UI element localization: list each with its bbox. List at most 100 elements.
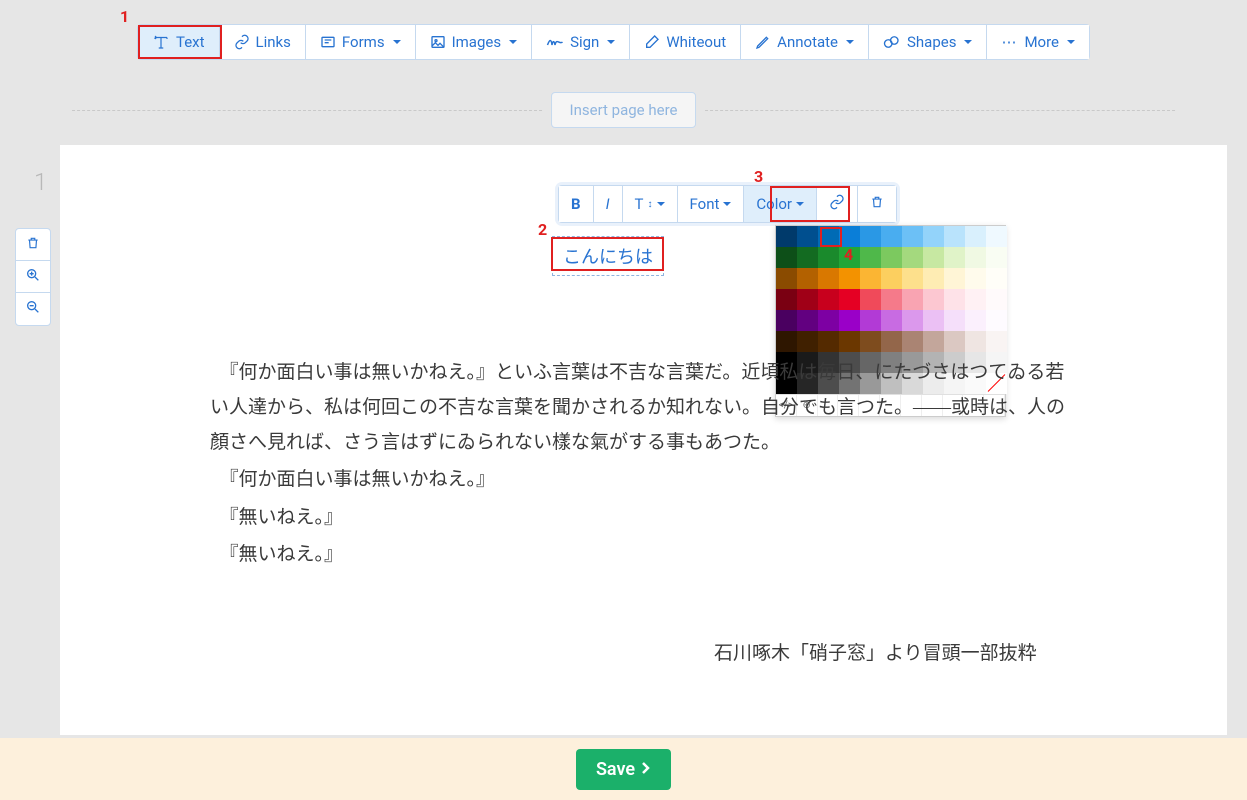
color-swatch[interactable] [797,268,818,289]
save-bar: Save [0,738,1247,800]
text-link-button[interactable] [817,186,858,222]
color-swatch[interactable] [986,289,1007,310]
italic-button[interactable]: I [594,186,623,222]
color-swatch[interactable] [797,226,818,247]
delete-page-button[interactable] [16,229,50,261]
caret-down-icon [657,202,665,206]
toolbar-links[interactable]: Links [220,25,306,59]
color-swatch[interactable] [881,289,902,310]
color-swatch[interactable] [881,226,902,247]
color-swatch[interactable] [839,268,860,289]
color-swatch[interactable] [944,247,965,268]
color-swatch[interactable] [818,268,839,289]
document-body: 『何か面白い事は無いかねえ。』といふ言葉は不吉な言葉だ。近頃私は毎日、にたづさは… [210,355,1070,574]
color-swatch[interactable] [923,247,944,268]
color-swatch[interactable] [818,310,839,331]
insert-page-button[interactable]: Insert page here [551,92,697,128]
color-swatch[interactable] [902,310,923,331]
color-swatch[interactable] [986,268,1007,289]
color-swatch[interactable] [965,247,986,268]
image-icon [430,34,446,50]
color-swatch[interactable] [818,247,839,268]
color-swatch[interactable] [986,226,1007,247]
text-input-box[interactable]: こんにちは [552,236,664,276]
toolbar-images[interactable]: Images [416,25,533,59]
zoom-in-icon [25,267,41,287]
toolbar-whiteout[interactable]: Whiteout [630,25,741,59]
color-swatch[interactable] [776,310,797,331]
toolbar-more[interactable]: ⋯ More [987,25,1089,59]
color-swatch[interactable] [923,268,944,289]
zoom-out-button[interactable] [16,293,50,325]
bold-button[interactable]: B [559,186,594,222]
color-swatch[interactable] [965,310,986,331]
color-swatch[interactable] [902,331,923,352]
text-delete-button[interactable] [858,186,896,222]
color-swatch[interactable] [923,226,944,247]
color-swatch[interactable] [944,331,965,352]
sign-icon [546,35,564,49]
color-swatch[interactable] [776,226,797,247]
toolbar-annotate[interactable]: Annotate [741,25,869,59]
color-swatch[interactable] [776,289,797,310]
color-swatch[interactable] [965,289,986,310]
text-size-button[interactable]: T↕ [623,186,678,222]
color-swatch[interactable] [818,331,839,352]
color-swatch[interactable] [902,226,923,247]
color-swatch[interactable] [902,268,923,289]
toolbar-sign[interactable]: Sign [532,25,630,59]
color-swatch[interactable] [860,310,881,331]
caret-down-icon [964,40,972,44]
color-swatch[interactable] [818,289,839,310]
color-swatch[interactable] [986,331,1007,352]
color-swatch[interactable] [818,226,839,247]
zoom-in-button[interactable] [16,261,50,293]
color-label: Color [756,195,792,213]
color-swatch[interactable] [797,247,818,268]
color-swatch[interactable] [839,289,860,310]
color-swatch[interactable] [902,247,923,268]
font-button[interactable]: Font [678,186,745,222]
color-swatch[interactable] [839,310,860,331]
color-swatch[interactable] [797,331,818,352]
color-swatch[interactable] [797,289,818,310]
color-swatch[interactable] [923,331,944,352]
color-swatch[interactable] [965,226,986,247]
save-button[interactable]: Save [576,749,671,790]
color-swatch[interactable] [944,310,965,331]
toolbar-shapes[interactable]: Shapes [869,25,987,59]
page-number: 1 [34,168,47,196]
color-swatch[interactable] [797,310,818,331]
toolbar-forms[interactable]: Forms [306,25,416,59]
color-swatch[interactable] [944,268,965,289]
more-icon: ⋯ [1001,33,1018,51]
color-swatch[interactable] [860,247,881,268]
color-swatch[interactable] [776,331,797,352]
color-swatch[interactable] [986,247,1007,268]
toolbar-annotate-label: Annotate [777,33,838,51]
color-swatch[interactable] [944,226,965,247]
color-swatch[interactable] [881,268,902,289]
toolbar-text[interactable]: Text [138,25,220,59]
color-swatch[interactable] [860,226,881,247]
color-swatch[interactable] [860,331,881,352]
color-button[interactable]: Color [744,186,817,222]
color-swatch[interactable] [986,310,1007,331]
color-swatch[interactable] [776,247,797,268]
color-swatch[interactable] [965,331,986,352]
trash-icon [870,194,884,214]
color-swatch[interactable] [965,268,986,289]
color-swatch[interactable] [944,289,965,310]
side-tools [15,228,51,326]
color-swatch[interactable] [881,247,902,268]
color-swatch[interactable] [860,268,881,289]
color-swatch[interactable] [881,310,902,331]
color-swatch[interactable] [860,289,881,310]
color-swatch[interactable] [923,310,944,331]
color-swatch[interactable] [881,331,902,352]
color-swatch[interactable] [839,331,860,352]
color-swatch[interactable] [839,226,860,247]
color-swatch[interactable] [776,268,797,289]
color-swatch[interactable] [902,289,923,310]
color-swatch[interactable] [923,289,944,310]
